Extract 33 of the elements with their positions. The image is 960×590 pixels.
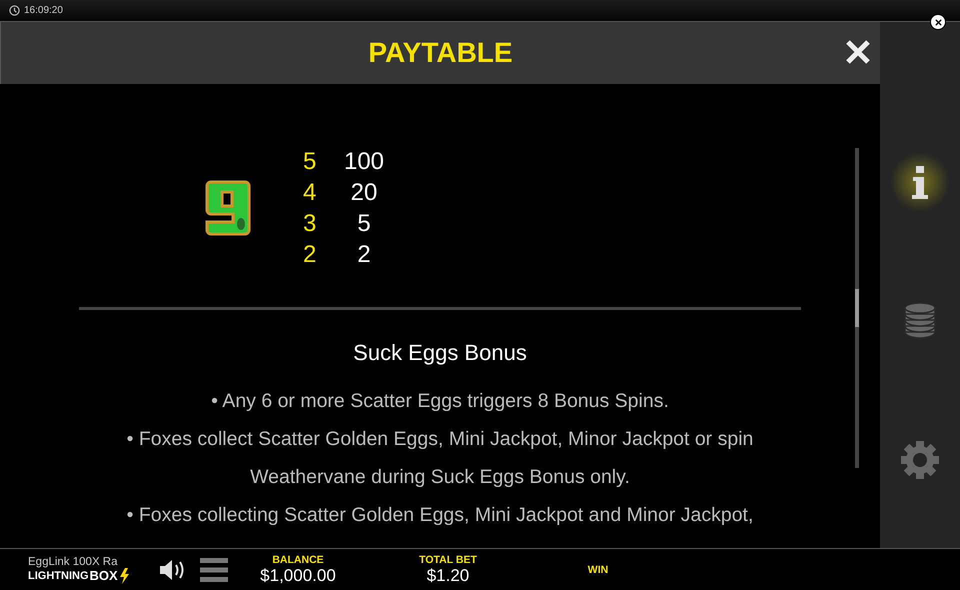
panel-title: PAYTABLE bbox=[368, 37, 513, 69]
logo-text: BOX bbox=[90, 568, 118, 583]
section-heading: Suck Eggs Bonus bbox=[353, 340, 527, 366]
game-name: EggLink 100X Ra bbox=[28, 556, 119, 568]
symbol-icon bbox=[205, 180, 251, 236]
rule-text: • Any 6 or more Scatter Eggs triggers 8 Bonus Spins. bbox=[210, 389, 670, 414]
logo-text: LIGHTNING bbox=[28, 570, 88, 582]
clock-icon bbox=[9, 5, 20, 16]
stat-label: TOTAL BET bbox=[419, 554, 477, 566]
scrollbar[interactable] bbox=[855, 148, 859, 468]
stat-label: BALANCE bbox=[272, 554, 324, 566]
symbol-count: 2 bbox=[303, 240, 318, 268]
gear-icon bbox=[900, 440, 940, 480]
bolt-icon bbox=[118, 568, 129, 584]
rule-text: • Foxes collect Scatter Golden Eggs, Mini Jackpot, Minor Jackpot or spin Weathervane during Suck Eggs Bonus only. bbox=[126, 427, 754, 490]
coins-icon bbox=[903, 302, 937, 340]
info-icon bbox=[910, 164, 930, 200]
clock-time: 16:09:20 bbox=[24, 5, 63, 16]
payout-value: 2 bbox=[356, 240, 372, 268]
menu-icon[interactable] bbox=[200, 556, 228, 582]
stat-value: $1.20 bbox=[426, 566, 470, 586]
payout-value: 100 bbox=[343, 148, 385, 176]
payout-value: 5 bbox=[356, 210, 372, 238]
stat-value: $1,000.00 bbox=[260, 566, 336, 586]
rule-text: • Foxes collecting Scatter Golden Eggs, Mini Jackpot and Minor Jackpot, bbox=[126, 503, 754, 528]
payout-value: 20 bbox=[350, 178, 378, 206]
close-icon bbox=[934, 18, 942, 26]
symbol-count: 5 bbox=[303, 148, 318, 176]
close-icon[interactable] bbox=[845, 39, 871, 65]
symbol-count: 3 bbox=[303, 210, 318, 238]
close-button[interactable] bbox=[930, 14, 946, 30]
stat-label: WIN bbox=[588, 564, 608, 576]
symbol-count: 4 bbox=[303, 178, 318, 206]
